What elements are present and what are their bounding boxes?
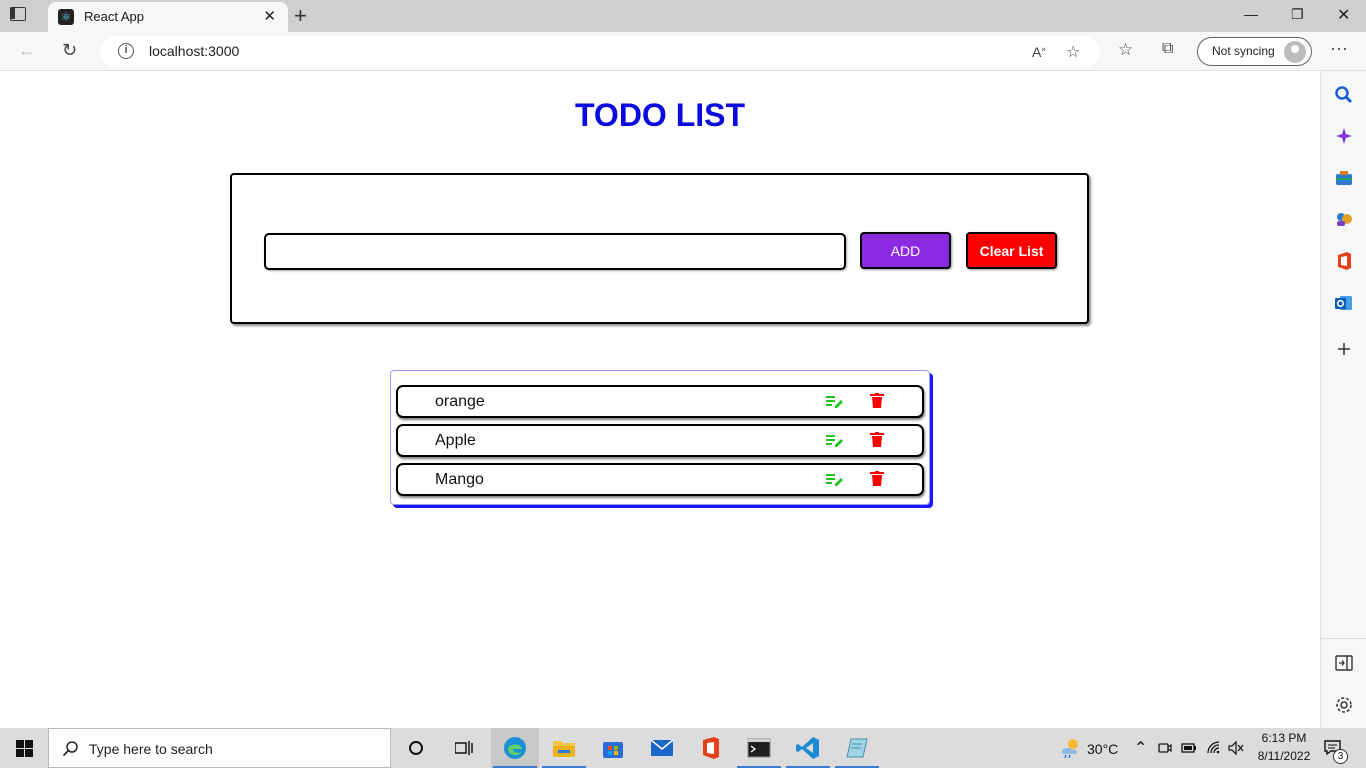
search-icon[interactable]: [1334, 85, 1354, 105]
edge-sidebar: [1320, 71, 1366, 728]
todo-input[interactable]: [264, 233, 846, 270]
profile-sync-button[interactable]: Not syncing: [1197, 37, 1312, 66]
todo-input-card: ADD Clear List: [230, 173, 1089, 324]
tools-icon[interactable]: [1334, 168, 1354, 188]
page-content: TODO LIST ADD Clear List orange Apple Ma…: [0, 71, 1320, 728]
page-title: TODO LIST: [574, 97, 746, 133]
taskbar-search-box[interactable]: Type here to search: [48, 728, 391, 768]
mail-icon: [650, 739, 674, 756]
clock-time[interactable]: 6:13 PM: [1260, 731, 1308, 745]
browser-tab-bar: ⚛ React App ✕ + — ❐ ✕: [0, 0, 1366, 32]
hide-sidebar-icon[interactable]: [1334, 653, 1354, 673]
browser-toolbar: ← ↻ i localhost:3000 A» ☆ ☆ ⧉ Not syncin…: [0, 32, 1366, 71]
delete-icon[interactable]: [870, 471, 884, 487]
restore-icon[interactable]: ❐: [1291, 6, 1304, 23]
taskbar-store-app[interactable]: [589, 728, 637, 768]
weather-icon[interactable]: [1059, 737, 1081, 759]
chevron-up-icon[interactable]: ⌃: [1134, 738, 1147, 758]
more-menu-icon[interactable]: ···: [1330, 38, 1348, 59]
new-tab-icon[interactable]: +: [294, 3, 307, 29]
taskbar-office-app[interactable]: [687, 728, 735, 768]
collections-icon[interactable]: ⧉: [1162, 40, 1173, 58]
sync-label: Not syncing: [1212, 44, 1275, 58]
meet-now-icon[interactable]: [1158, 741, 1172, 755]
office-icon[interactable]: [1334, 251, 1354, 271]
delete-icon[interactable]: [870, 393, 884, 409]
refresh-icon[interactable]: ↻: [62, 40, 77, 61]
todo-item-text: orange: [435, 393, 485, 410]
add-sidebar-icon[interactable]: [1334, 339, 1354, 359]
tab-title: React App: [84, 9, 144, 24]
clear-list-button[interactable]: Clear List: [966, 232, 1057, 269]
taskbar-vscode-app[interactable]: [784, 728, 832, 768]
delete-icon[interactable]: [870, 432, 884, 448]
wifi-icon[interactable]: [1206, 740, 1222, 756]
browser-tab[interactable]: ⚛ React App ✕: [48, 2, 288, 32]
taskbar-mail-app[interactable]: [638, 728, 686, 768]
todo-list: orange Apple Mango: [390, 370, 930, 505]
folder-icon: [553, 741, 575, 757]
edit-icon[interactable]: [826, 394, 844, 410]
cortana-icon[interactable]: [408, 740, 424, 756]
taskbar-search-placeholder: Type here to search: [89, 741, 213, 757]
outlook-icon[interactable]: [1334, 293, 1354, 313]
tab-close-icon[interactable]: ✕: [263, 7, 276, 25]
favorites-icon[interactable]: ☆: [1118, 40, 1133, 60]
read-aloud-icon[interactable]: A»: [1032, 44, 1046, 60]
tab-actions-icon[interactable]: [10, 7, 26, 21]
site-info-icon[interactable]: i: [118, 43, 134, 59]
window-close-icon[interactable]: ✕: [1337, 5, 1350, 25]
todo-item-text: Mango: [435, 471, 484, 488]
react-favicon-icon: ⚛: [58, 9, 74, 25]
taskbar-notepad-app[interactable]: [833, 728, 881, 768]
clock-date[interactable]: 8/11/2022: [1255, 749, 1313, 763]
store-icon: [603, 742, 623, 758]
settings-gear-icon[interactable]: [1334, 695, 1354, 715]
office-icon: [703, 737, 719, 759]
volume-muted-icon[interactable]: [1228, 740, 1244, 756]
sidebar-divider: [1321, 638, 1366, 639]
games-icon[interactable]: [1334, 209, 1354, 229]
add-favorite-icon[interactable]: ☆: [1066, 42, 1080, 62]
list-item: Mango: [396, 463, 924, 496]
edge-icon: [504, 737, 526, 759]
search-icon: [62, 741, 78, 757]
todo-item-text: Apple: [435, 432, 476, 449]
taskbar-terminal-app[interactable]: [735, 728, 783, 768]
edit-icon[interactable]: [826, 472, 844, 488]
url-text[interactable]: localhost:3000: [149, 43, 239, 59]
task-view-icon[interactable]: [455, 740, 473, 756]
discover-sparkle-icon[interactable]: [1334, 126, 1354, 146]
minimize-icon[interactable]: —: [1244, 6, 1258, 22]
edit-icon[interactable]: [826, 433, 844, 449]
vscode-icon: [796, 737, 819, 759]
list-item: orange: [396, 385, 924, 418]
avatar: [1284, 41, 1306, 63]
taskbar-edge-app[interactable]: [491, 728, 539, 768]
taskbar-file-explorer-app[interactable]: [540, 728, 588, 768]
list-item: Apple: [396, 424, 924, 457]
windows-taskbar: Type here to search 30°C ⌃ 6:13 PM 8/11/…: [0, 728, 1366, 768]
back-icon[interactable]: ←: [18, 40, 36, 61]
address-bar[interactable]: i localhost:3000 A» ☆: [100, 36, 1100, 67]
windows-start-icon[interactable]: [16, 740, 33, 757]
terminal-icon: [747, 738, 771, 758]
battery-icon[interactable]: [1181, 741, 1197, 755]
weather-temperature[interactable]: 30°C: [1087, 741, 1118, 757]
add-button[interactable]: ADD: [860, 232, 951, 269]
notification-count-badge: 3: [1333, 749, 1348, 764]
notepad-icon: [846, 738, 868, 758]
